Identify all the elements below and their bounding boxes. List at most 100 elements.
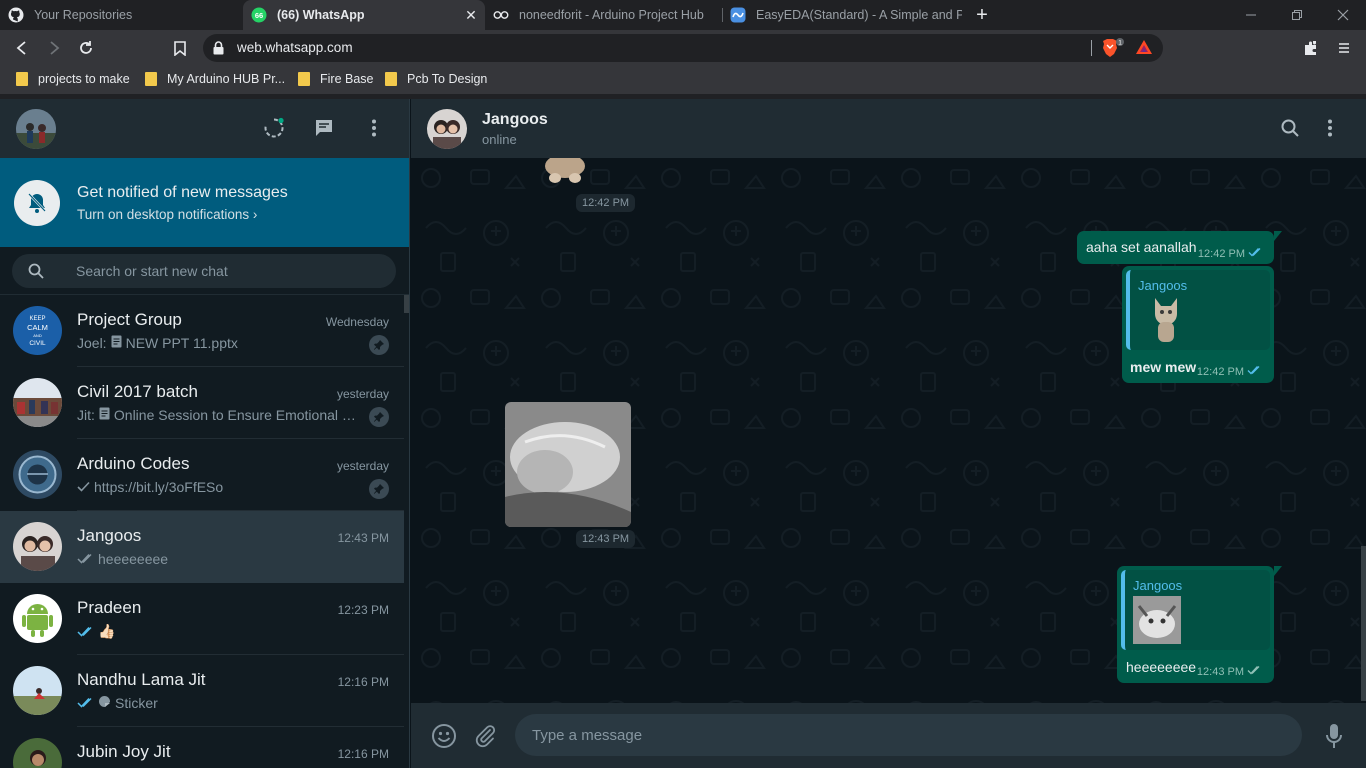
- bookmark-my-arduino-hub[interactable]: My Arduino HUB Pr...: [145, 72, 285, 86]
- chat-row-arduino-codes[interactable]: Arduino Codes yesterday https://bit.ly/3…: [0, 439, 404, 511]
- sender-prefix: Jit:: [77, 407, 95, 423]
- omnibox-divider: [1091, 40, 1092, 56]
- new-chat-icon[interactable]: [312, 116, 336, 140]
- tab-whatsapp[interactable]: 66 (66) WhatsApp ✕: [243, 0, 485, 30]
- bookmark-pcb-to-design[interactable]: Pcb To Design: [385, 72, 487, 86]
- chat-row-nandhu-lama-jit[interactable]: Nandhu Lama Jit 12:16 PM Sticker: [0, 655, 404, 727]
- close-tab-icon[interactable]: ✕: [463, 7, 479, 23]
- notification-link[interactable]: Turn on desktop notifications ›: [77, 207, 257, 222]
- message-time: 12:42 PM: [1197, 247, 1245, 260]
- lock-icon: [213, 41, 224, 60]
- message-preview: 👍🏻: [98, 623, 116, 639]
- minimize-button[interactable]: [1228, 0, 1274, 30]
- sticker-timestamp: 12:42 PM: [576, 194, 636, 212]
- message-input-wrap[interactable]: [515, 714, 1302, 756]
- quoted-message[interactable]: Jangoos: [1121, 570, 1270, 650]
- search-input[interactable]: [76, 254, 376, 288]
- bubble-tail: [1274, 231, 1282, 241]
- bookmark-fire-base[interactable]: Fire Base: [298, 72, 374, 86]
- extensions-icon[interactable]: [1300, 36, 1324, 60]
- search-icon: [28, 263, 44, 284]
- chat-row-pradeen[interactable]: Pradeen 12:23 PM 👍🏻: [0, 583, 404, 655]
- chat-row-jangoos[interactable]: Jangoos 12:43 PM heeeeeeee: [0, 511, 404, 583]
- microphone-icon[interactable]: [1320, 722, 1348, 750]
- message-preview: Sticker: [115, 695, 158, 711]
- chat-body: Project Group Wednesday Joel: NEW PPT 11…: [77, 295, 404, 367]
- my-avatar[interactable]: [16, 109, 56, 149]
- avatar: KEEP CALM AND CIVIL: [13, 306, 62, 355]
- search-messages-icon[interactable]: [1278, 116, 1302, 140]
- avatar: [13, 378, 62, 427]
- pin-icon: [369, 479, 389, 499]
- menu-icon[interactable]: [1332, 36, 1356, 60]
- quoted-sender: Jangoos: [1138, 278, 1188, 293]
- chat-list: KEEP CALM AND CIVIL Project Group Wednesday…: [0, 295, 404, 768]
- notification-banner[interactable]: Get notified of new messages Turn on des…: [0, 158, 409, 247]
- chat-body: Nandhu Lama Jit 12:16 PM Sticker: [77, 655, 404, 727]
- tab-easyeda[interactable]: EasyEDA(Standard) - A Simple and Pow: [722, 0, 962, 30]
- notification-title: Get notified of new messages: [77, 184, 288, 201]
- folder-icon: [145, 72, 157, 86]
- message-preview: https://bit.ly/3oFfESo: [94, 479, 224, 495]
- forward-button[interactable]: [42, 36, 66, 60]
- easyeda-icon: [730, 7, 746, 23]
- double-tick-blue-icon: [77, 624, 94, 640]
- incoming-image[interactable]: [505, 402, 631, 527]
- chat-row-jubin-joy-jit[interactable]: Jubin Joy Jit 12:16 PM: [0, 727, 404, 768]
- conversation-menu-icon[interactable]: [1318, 116, 1342, 140]
- back-button[interactable]: [10, 36, 34, 60]
- chat-body: Pradeen 12:23 PM 👍🏻: [77, 583, 404, 655]
- status-icon[interactable]: [262, 116, 286, 140]
- bubble-tail: [1274, 566, 1282, 576]
- message-text: aaha set aanallah: [1086, 239, 1197, 255]
- sidebar: Get notified of new messages Turn on des…: [0, 99, 410, 768]
- chat-body: Jubin Joy Jit 12:16 PM: [77, 727, 404, 768]
- sidebar-menu-icon[interactable]: [362, 116, 386, 140]
- svg-text:1: 1: [1118, 40, 1122, 47]
- chat-row-civil-2017-batch[interactable]: Civil 2017 batch yesterday Jit: Online S…: [0, 367, 404, 439]
- chat-last-message: heeeeeeee: [77, 551, 357, 567]
- restore-button[interactable]: [1274, 0, 1320, 30]
- chat-time: yesterday: [336, 387, 389, 401]
- incoming-sticker[interactable]: [539, 158, 591, 188]
- close-window-button[interactable]: [1320, 0, 1366, 30]
- attach-icon[interactable]: [471, 722, 499, 750]
- contact-avatar[interactable]: [427, 109, 467, 149]
- quoted-sender: Jangoos: [1133, 578, 1183, 593]
- emoji-icon[interactable]: [430, 722, 458, 750]
- tab-arduino-project-hub[interactable]: noneedforit - Arduino Project Hub: [485, 0, 721, 30]
- search-box[interactable]: [12, 254, 396, 288]
- tab-your-repositories[interactable]: Your Repositories: [0, 0, 243, 30]
- chat-last-message: Joel: NEW PPT 11.pptx: [77, 335, 357, 351]
- address-bar[interactable]: web.whatsapp.com 1: [203, 34, 1163, 62]
- bookmarks-bar: projects to make My Arduino HUB Pr... Fi…: [0, 66, 1366, 94]
- message-preview: NEW PPT 11.pptx: [125, 335, 238, 351]
- bookmark-projects-to-make[interactable]: projects to make: [16, 72, 130, 86]
- browser-window: Your Repositories 66 (66) WhatsApp ✕ non…: [0, 0, 1366, 768]
- svg-text:CALM: CALM: [27, 323, 48, 332]
- chat-time: yesterday: [336, 459, 389, 473]
- pin-icon: [369, 407, 389, 427]
- contact-name: Jangoos: [482, 111, 548, 128]
- outgoing-message[interactable]: aaha set aanallah 12:42 PM: [1077, 231, 1274, 264]
- bookmark-icon[interactable]: [168, 36, 192, 60]
- outgoing-reply-message[interactable]: Jangoos mew mew 12:42 PM: [1122, 266, 1274, 383]
- quoted-message[interactable]: Jangoos: [1126, 270, 1270, 350]
- document-icon: [111, 335, 122, 351]
- new-tab-button[interactable]: +: [971, 4, 993, 26]
- message-input[interactable]: [532, 714, 1292, 756]
- conversation-header[interactable]: Jangoos online: [411, 99, 1366, 158]
- chat-list-scrollbar[interactable]: [404, 295, 409, 313]
- reload-button[interactable]: [74, 36, 98, 60]
- chat-name: Project Group: [77, 310, 182, 329]
- search-bar: [0, 247, 409, 295]
- brave-shield-icon[interactable]: 1: [1101, 38, 1125, 63]
- bell-off-icon: [14, 180, 60, 226]
- message-scrollbar[interactable]: [1361, 546, 1366, 701]
- outgoing-reply-message[interactable]: Jangoos heeeeeeee 12:43 PM: [1117, 566, 1274, 683]
- chat-row-project-group[interactable]: KEEP CALM AND CIVIL Project Group Wednesday…: [0, 295, 404, 367]
- brave-rewards-icon[interactable]: [1135, 39, 1153, 60]
- tab-title: EasyEDA(Standard) - A Simple and Pow: [756, 8, 962, 22]
- message-area[interactable]: 12:42 PM aaha set aanallah 12:42 PM Jang…: [411, 158, 1366, 703]
- github-icon: [8, 7, 24, 23]
